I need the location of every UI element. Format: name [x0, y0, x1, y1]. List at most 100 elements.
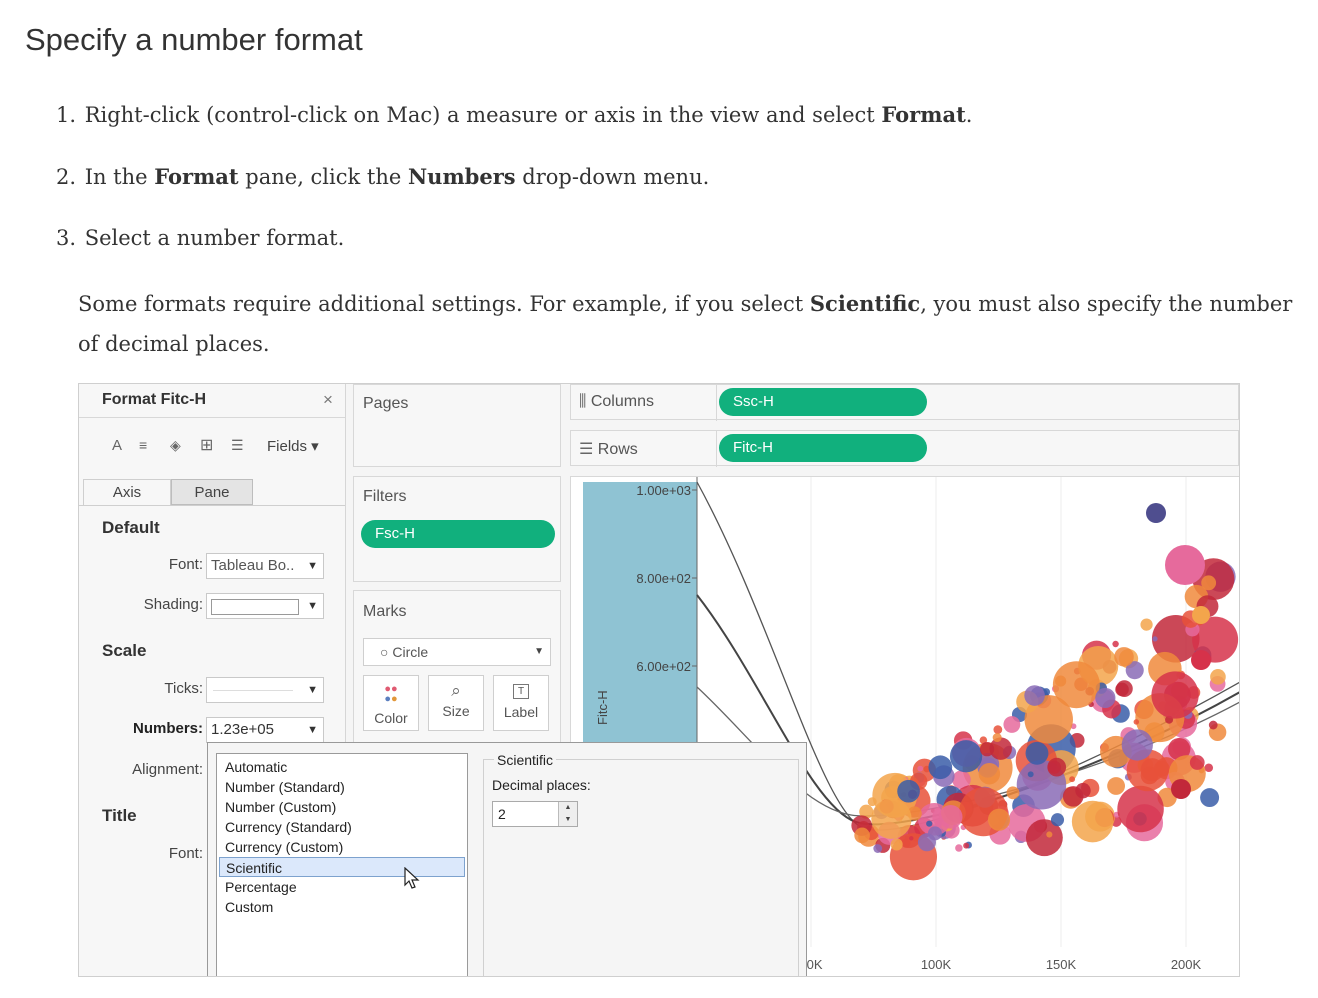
pages-label: Pages: [363, 395, 409, 412]
data-point: [1107, 777, 1126, 795]
data-point: [1095, 687, 1116, 709]
step-number: 1.: [55, 103, 76, 127]
list-item-selected[interactable]: Scientific: [219, 857, 465, 877]
ticks-dropdown[interactable]: ▼: [206, 677, 324, 703]
step-number: 3.: [55, 226, 76, 250]
columns-icon: ⫼: [579, 393, 587, 410]
data-point: [1171, 779, 1191, 799]
step-number: 2.: [55, 165, 76, 189]
list-item[interactable]: Automatic: [219, 757, 465, 777]
marks-card: Marks ○ Circle ▼ ●● ●● Color ⌕ Size T Lab…: [353, 590, 561, 750]
data-point: [1069, 776, 1076, 783]
font-dropdown[interactable]: Tableau Bo.. ▼: [206, 553, 324, 579]
filter-pill[interactable]: Fsc-H: [361, 520, 555, 548]
list-item[interactable]: Percentage: [219, 877, 465, 897]
data-point: [1200, 788, 1220, 808]
x-tick-label: 200K: [1171, 957, 1202, 972]
circle-icon: ○: [380, 644, 389, 660]
y-tick-label: 8.00e+02: [636, 571, 691, 586]
size-button[interactable]: ⌕ Size: [428, 675, 484, 731]
list-item[interactable]: Number (Standard): [219, 777, 465, 797]
columns-pill[interactable]: Ssc-H: [719, 388, 927, 416]
data-point: [1047, 757, 1067, 777]
divider: [79, 417, 345, 418]
note-bold: Scientific: [809, 291, 921, 316]
label-button-label: Label: [503, 704, 539, 720]
data-point: [993, 725, 1003, 735]
step-bold: Format: [154, 164, 239, 189]
data-point: [1151, 671, 1199, 719]
columns-shelf[interactable]: ⫼ Columns Ssc-H: [570, 384, 1239, 421]
list-item[interactable]: Currency (Custom): [219, 837, 465, 857]
data-point: [1210, 669, 1226, 685]
title-heading: Title: [102, 806, 137, 825]
data-point: [1117, 785, 1164, 833]
font-label: Font:: [168, 556, 203, 573]
data-point: [1165, 545, 1205, 585]
data-point: [987, 808, 1011, 831]
tab-divider: [79, 505, 345, 506]
data-point: [917, 765, 924, 772]
y-tick-label: 1.00e+03: [636, 483, 691, 498]
pages-shelf[interactable]: Pages: [353, 384, 561, 467]
data-point: [1114, 647, 1134, 667]
tab-pane[interactable]: Pane: [171, 479, 253, 505]
data-point: [992, 733, 1002, 743]
shading-icon[interactable]: ◈: [170, 437, 181, 454]
stepper-icon[interactable]: ▲ ▼: [558, 802, 577, 826]
fields-dropdown[interactable]: Fields ▾: [267, 437, 319, 455]
data-point: [1121, 729, 1153, 761]
page-title: Specify a number format: [25, 22, 363, 57]
tab-axis[interactable]: Axis: [83, 479, 171, 505]
data-point: [1115, 682, 1129, 697]
data-point: [1027, 771, 1034, 778]
data-point: [938, 805, 963, 829]
shading-swatch: [211, 599, 299, 615]
data-point: [1046, 831, 1053, 838]
default-heading: Default: [102, 518, 160, 537]
borders-icon[interactable]: ⊞: [200, 435, 213, 455]
data-point: [1075, 782, 1091, 799]
data-point: [1152, 636, 1158, 642]
align-icon[interactable]: ≡: [139, 437, 147, 453]
size-button-label: Size: [442, 703, 470, 719]
shading-dropdown[interactable]: ▼: [206, 593, 324, 619]
number-format-list[interactable]: Automatic Number (Standard) Number (Cust…: [216, 753, 468, 976]
data-point: [871, 798, 912, 839]
data-point: [955, 844, 963, 852]
data-point: [978, 762, 1001, 785]
cursor-icon: [404, 867, 420, 889]
tableau-screenshot: Format Fitc-H × A ≡ ◈ ⊞ ☰ Fields ▾ Axis …: [78, 383, 1240, 977]
step-note: Some formats require additional settings…: [78, 284, 1303, 364]
list-item[interactable]: Number (Custom): [219, 797, 465, 817]
rows-pill[interactable]: Fitc-H: [719, 434, 927, 462]
filters-shelf[interactable]: Filters Fsc-H: [353, 476, 561, 582]
data-point: [1025, 741, 1049, 765]
close-icon[interactable]: ×: [323, 390, 333, 410]
data-point: [979, 742, 995, 757]
chevron-down-icon: ▼: [534, 646, 544, 657]
mark-type-value: Circle: [392, 644, 429, 660]
columns-text: Columns: [590, 393, 654, 410]
numbers-dropdown[interactable]: 1.23e+05 ▼: [206, 717, 324, 743]
step-bold: Format: [881, 102, 966, 127]
data-point: [949, 740, 983, 773]
rows-shelf[interactable]: ☰ Rows Fitc-H: [570, 430, 1239, 467]
step-2: 2. In the Format pane, click the Numbers…: [52, 162, 709, 192]
list-item[interactable]: Custom: [219, 897, 465, 917]
data-point: [854, 827, 870, 844]
list-item[interactable]: Currency (Standard): [219, 817, 465, 837]
lines-icon[interactable]: ☰: [231, 437, 244, 454]
mark-type-dropdown[interactable]: ○ Circle ▼: [363, 638, 551, 666]
data-point: [926, 820, 933, 827]
divider: [716, 385, 717, 421]
label-button[interactable]: T Label: [493, 675, 549, 731]
color-button[interactable]: ●● ●● Color: [363, 675, 419, 731]
format-pane-title: Format Fitc-H: [102, 391, 206, 408]
decimal-places-input[interactable]: 2 ▲ ▼: [492, 801, 578, 827]
data-point: [1050, 813, 1065, 827]
decimal-places-value: 2: [498, 806, 506, 822]
font-icon[interactable]: A: [112, 437, 122, 454]
font-value: Tableau Bo..: [211, 557, 295, 574]
data-point: [927, 826, 942, 841]
